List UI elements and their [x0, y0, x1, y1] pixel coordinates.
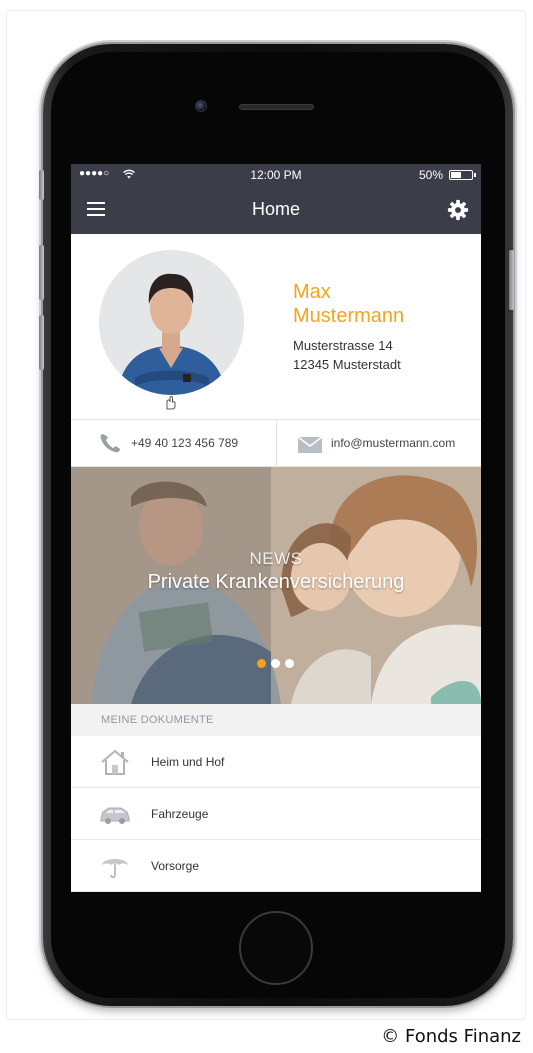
news-title: Private Krankenversicherung	[147, 571, 405, 593]
volume-up-button	[39, 245, 44, 300]
battery-icon	[449, 170, 476, 180]
avatar[interactable]	[99, 250, 244, 395]
section-header-documents: MEINE DOKUMENTE	[71, 704, 481, 736]
document-item-fahrzeuge[interactable]: Fahrzeuge	[71, 788, 481, 840]
car-icon	[100, 807, 130, 824]
earpiece-speaker	[239, 104, 314, 110]
umbrella-icon	[102, 859, 128, 878]
contact-bar: +49 40 123 456 789 info@mustermann.com	[71, 419, 481, 467]
gear-icon[interactable]	[447, 199, 469, 221]
mute-switch	[39, 170, 44, 200]
profile-last-name: Mustermann	[293, 305, 405, 327]
carousel-dot[interactable]	[271, 659, 280, 668]
carousel-dot[interactable]	[257, 659, 266, 668]
status-bar: ●●●●○ 12:00 PM 50%	[71, 164, 481, 186]
avatar-portrait	[99, 250, 244, 395]
profile-city: 12345 Musterstadt	[293, 357, 401, 372]
copyright-notice: © Fonds Finanz	[381, 1026, 521, 1047]
front-camera	[195, 100, 207, 112]
document-item-heim-und-hof[interactable]: Heim und Hof	[71, 736, 481, 788]
tap-to-edit-icon[interactable]	[163, 394, 177, 410]
nav-bar: Home	[71, 186, 481, 234]
contact-email-address: info@mustermann.com	[331, 436, 456, 450]
profile-section: Max Mustermann Musterstrasse 14 12345 Mu…	[71, 234, 481, 419]
profile-address: Musterstrasse 14 12345 Musterstadt	[293, 336, 401, 374]
contact-phone-button[interactable]: +49 40 123 456 789	[71, 420, 276, 466]
news-caption: NEWS Private Krankenversicherung	[71, 549, 481, 594]
profile-street: Musterstrasse 14	[293, 338, 393, 353]
battery-percent: 50%	[418, 168, 443, 182]
news-kicker: NEWS	[249, 549, 303, 568]
phone-icon	[100, 434, 120, 453]
contact-phone-number: +49 40 123 456 789	[131, 436, 239, 450]
volume-down-button	[39, 315, 44, 370]
document-item-label: Vorsorge	[151, 859, 200, 873]
app-screen: ●●●●○ 12:00 PM 50% Home Max Mustermann M…	[71, 164, 481, 892]
document-item-vorsorge[interactable]: Vorsorge	[71, 840, 481, 892]
page-title: Home	[251, 199, 300, 219]
profile-name: Max Mustermann	[293, 280, 404, 328]
home-button[interactable]	[239, 911, 313, 985]
house-icon	[101, 749, 129, 775]
carousel-dot[interactable]	[285, 659, 294, 668]
document-item-label: Heim und Hof	[151, 755, 225, 769]
contact-email-button[interactable]: info@mustermann.com	[277, 420, 481, 466]
battery-fill	[451, 172, 461, 178]
stage: ●●●●○ 12:00 PM 50% Home Max Mustermann M…	[0, 0, 533, 1053]
news-carousel[interactable]: NEWS Private Krankenversicherung	[71, 467, 481, 704]
profile-first-name: Max	[293, 281, 331, 303]
power-button	[509, 250, 514, 310]
document-item-label: Fahrzeuge	[151, 807, 209, 821]
mail-icon	[297, 436, 323, 453]
